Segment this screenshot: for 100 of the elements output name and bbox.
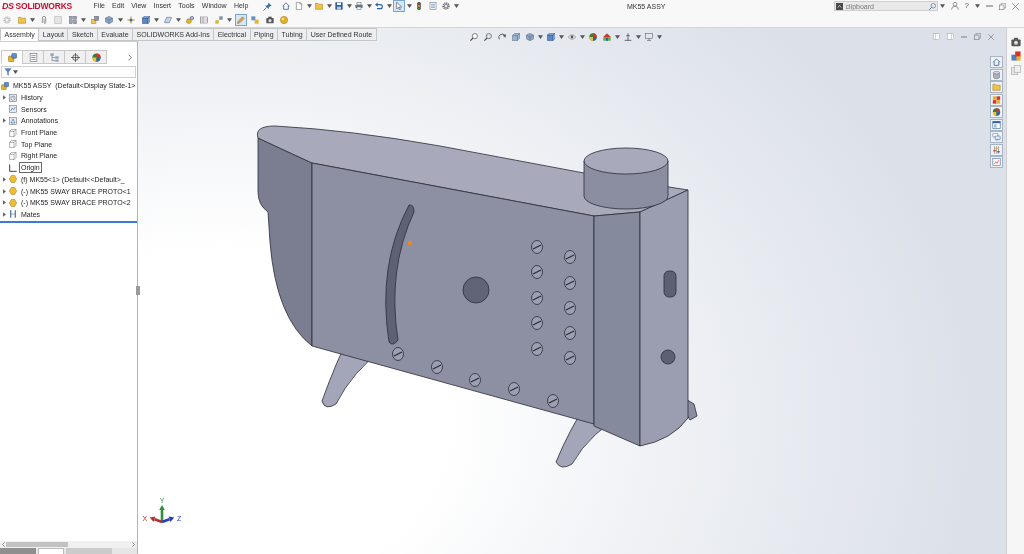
panel-icon[interactable] [947,33,954,40]
zoom-box-icon[interactable] [482,31,494,43]
filter-field[interactable] [1,66,136,78]
sphere-icon[interactable] [587,31,599,43]
box-icon[interactable] [510,31,522,43]
caret-icon[interactable] [406,4,412,8]
caret-icon[interactable] [636,35,641,39]
panel-tab[interactable] [22,50,44,64]
pin-icon[interactable] [262,1,272,11]
plane-icon [9,140,17,149]
scroll-thumb[interactable] [6,542,68,547]
panel-tab[interactable] [85,50,107,64]
caret-icon[interactable] [975,4,980,8]
eye-icon[interactable] [566,31,578,43]
grid-icon[interactable] [66,13,79,26]
panel-tab[interactable] [43,50,65,64]
cylinder-icon[interactable] [990,68,1003,81]
blocks-icon [1,81,9,90]
window-icon[interactable] [990,118,1003,131]
caret-icon[interactable] [939,4,945,8]
caret-icon[interactable] [657,35,662,39]
house-icon[interactable] [601,31,613,43]
chevron-left-icon[interactable] [2,542,5,547]
axes-icon [9,163,17,172]
caret-icon[interactable] [559,35,564,39]
rollback-bar[interactable] [0,221,137,224]
camera-icon[interactable] [1010,37,1021,47]
funnel-icon[interactable] [4,68,12,76]
hierarchy-icon [49,52,59,62]
help-button[interactable]: ? [964,1,969,11]
sliders-icon[interactable] [990,143,1003,156]
crosshair-icon [70,52,80,62]
logo-text: SOLIDWORKS [15,0,73,12]
caret-icon[interactable] [227,17,232,22]
graph-icon [9,105,17,114]
caret-icon[interactable] [366,4,372,8]
box-icon[interactable] [139,13,152,26]
house-icon[interactable] [279,0,292,12]
caret-icon[interactable] [306,4,312,8]
point-icon [407,240,413,246]
printer-icon[interactable] [353,0,366,12]
monitor-icon[interactable] [643,31,655,43]
bars-icon [9,210,17,219]
caret-icon[interactable] [176,17,181,22]
panel-tab[interactable] [64,50,86,64]
caret-icon[interactable] [538,35,543,39]
expand-arrow-icon[interactable] [3,118,6,124]
overlapping-squares-icon[interactable] [88,13,101,26]
expand-arrow-icon[interactable] [3,95,6,101]
caret-icon[interactable] [453,4,459,8]
restore-icon[interactable] [999,2,1006,10]
caret-icon[interactable] [326,4,332,8]
caret-icon[interactable] [154,17,159,22]
gear-icon[interactable] [440,0,453,12]
logo-mark: DS [2,0,14,12]
caret-icon[interactable] [615,35,620,39]
stand-icon[interactable] [622,31,634,43]
sphere-icon[interactable] [990,106,1003,118]
splitter-handle[interactable] [136,286,140,295]
cube-icon[interactable] [103,13,115,26]
table-icon[interactable] [198,13,210,26]
curved-arrow-icon[interactable] [373,0,386,12]
plane-icon [9,128,17,137]
search-icon[interactable] [928,2,936,10]
crosshair-icon[interactable] [125,13,137,26]
caret-icon[interactable] [386,4,392,8]
expand-arrow-icon[interactable] [3,211,6,217]
caret-icon[interactable] [30,17,35,22]
close-icon[interactable] [988,33,994,40]
caret-icon[interactable] [346,4,352,8]
squares-icon[interactable] [1010,51,1021,61]
magnifier-icon[interactable] [468,31,480,43]
caret-icon[interactable] [13,70,18,74]
caret-icon[interactable] [117,17,123,22]
box-icon[interactable] [545,31,557,43]
framed-triangle-icon [9,116,17,125]
panel-tab[interactable] [1,50,23,64]
chevron-right-icon[interactable] [132,542,135,547]
caret-icon[interactable] [580,35,585,39]
house-icon[interactable] [990,56,1003,68]
cube-icon[interactable] [524,31,536,43]
swatch-grid-icon[interactable] [990,93,1003,106]
clock-icon [9,93,17,102]
caret-icon[interactable] [81,17,86,22]
scrollbar[interactable] [0,541,137,548]
blocks-icon [7,52,17,62]
expand-arrow-icon[interactable] [3,200,6,206]
user-icon[interactable] [950,2,959,10]
tile-icon [835,2,843,10]
chart-icon[interactable] [990,156,1003,168]
list-icon [28,52,38,62]
expand-arrow-icon[interactable] [3,176,6,182]
restore-icon[interactable] [974,33,981,40]
panel-icon[interactable] [933,33,940,40]
sphere-icon [91,52,101,62]
plane-icon [9,151,17,160]
chevron-right-icon[interactable] [128,53,132,61]
close-icon[interactable] [1012,2,1019,10]
expand-arrow-icon[interactable] [3,188,6,194]
squares-icon[interactable] [249,13,261,26]
